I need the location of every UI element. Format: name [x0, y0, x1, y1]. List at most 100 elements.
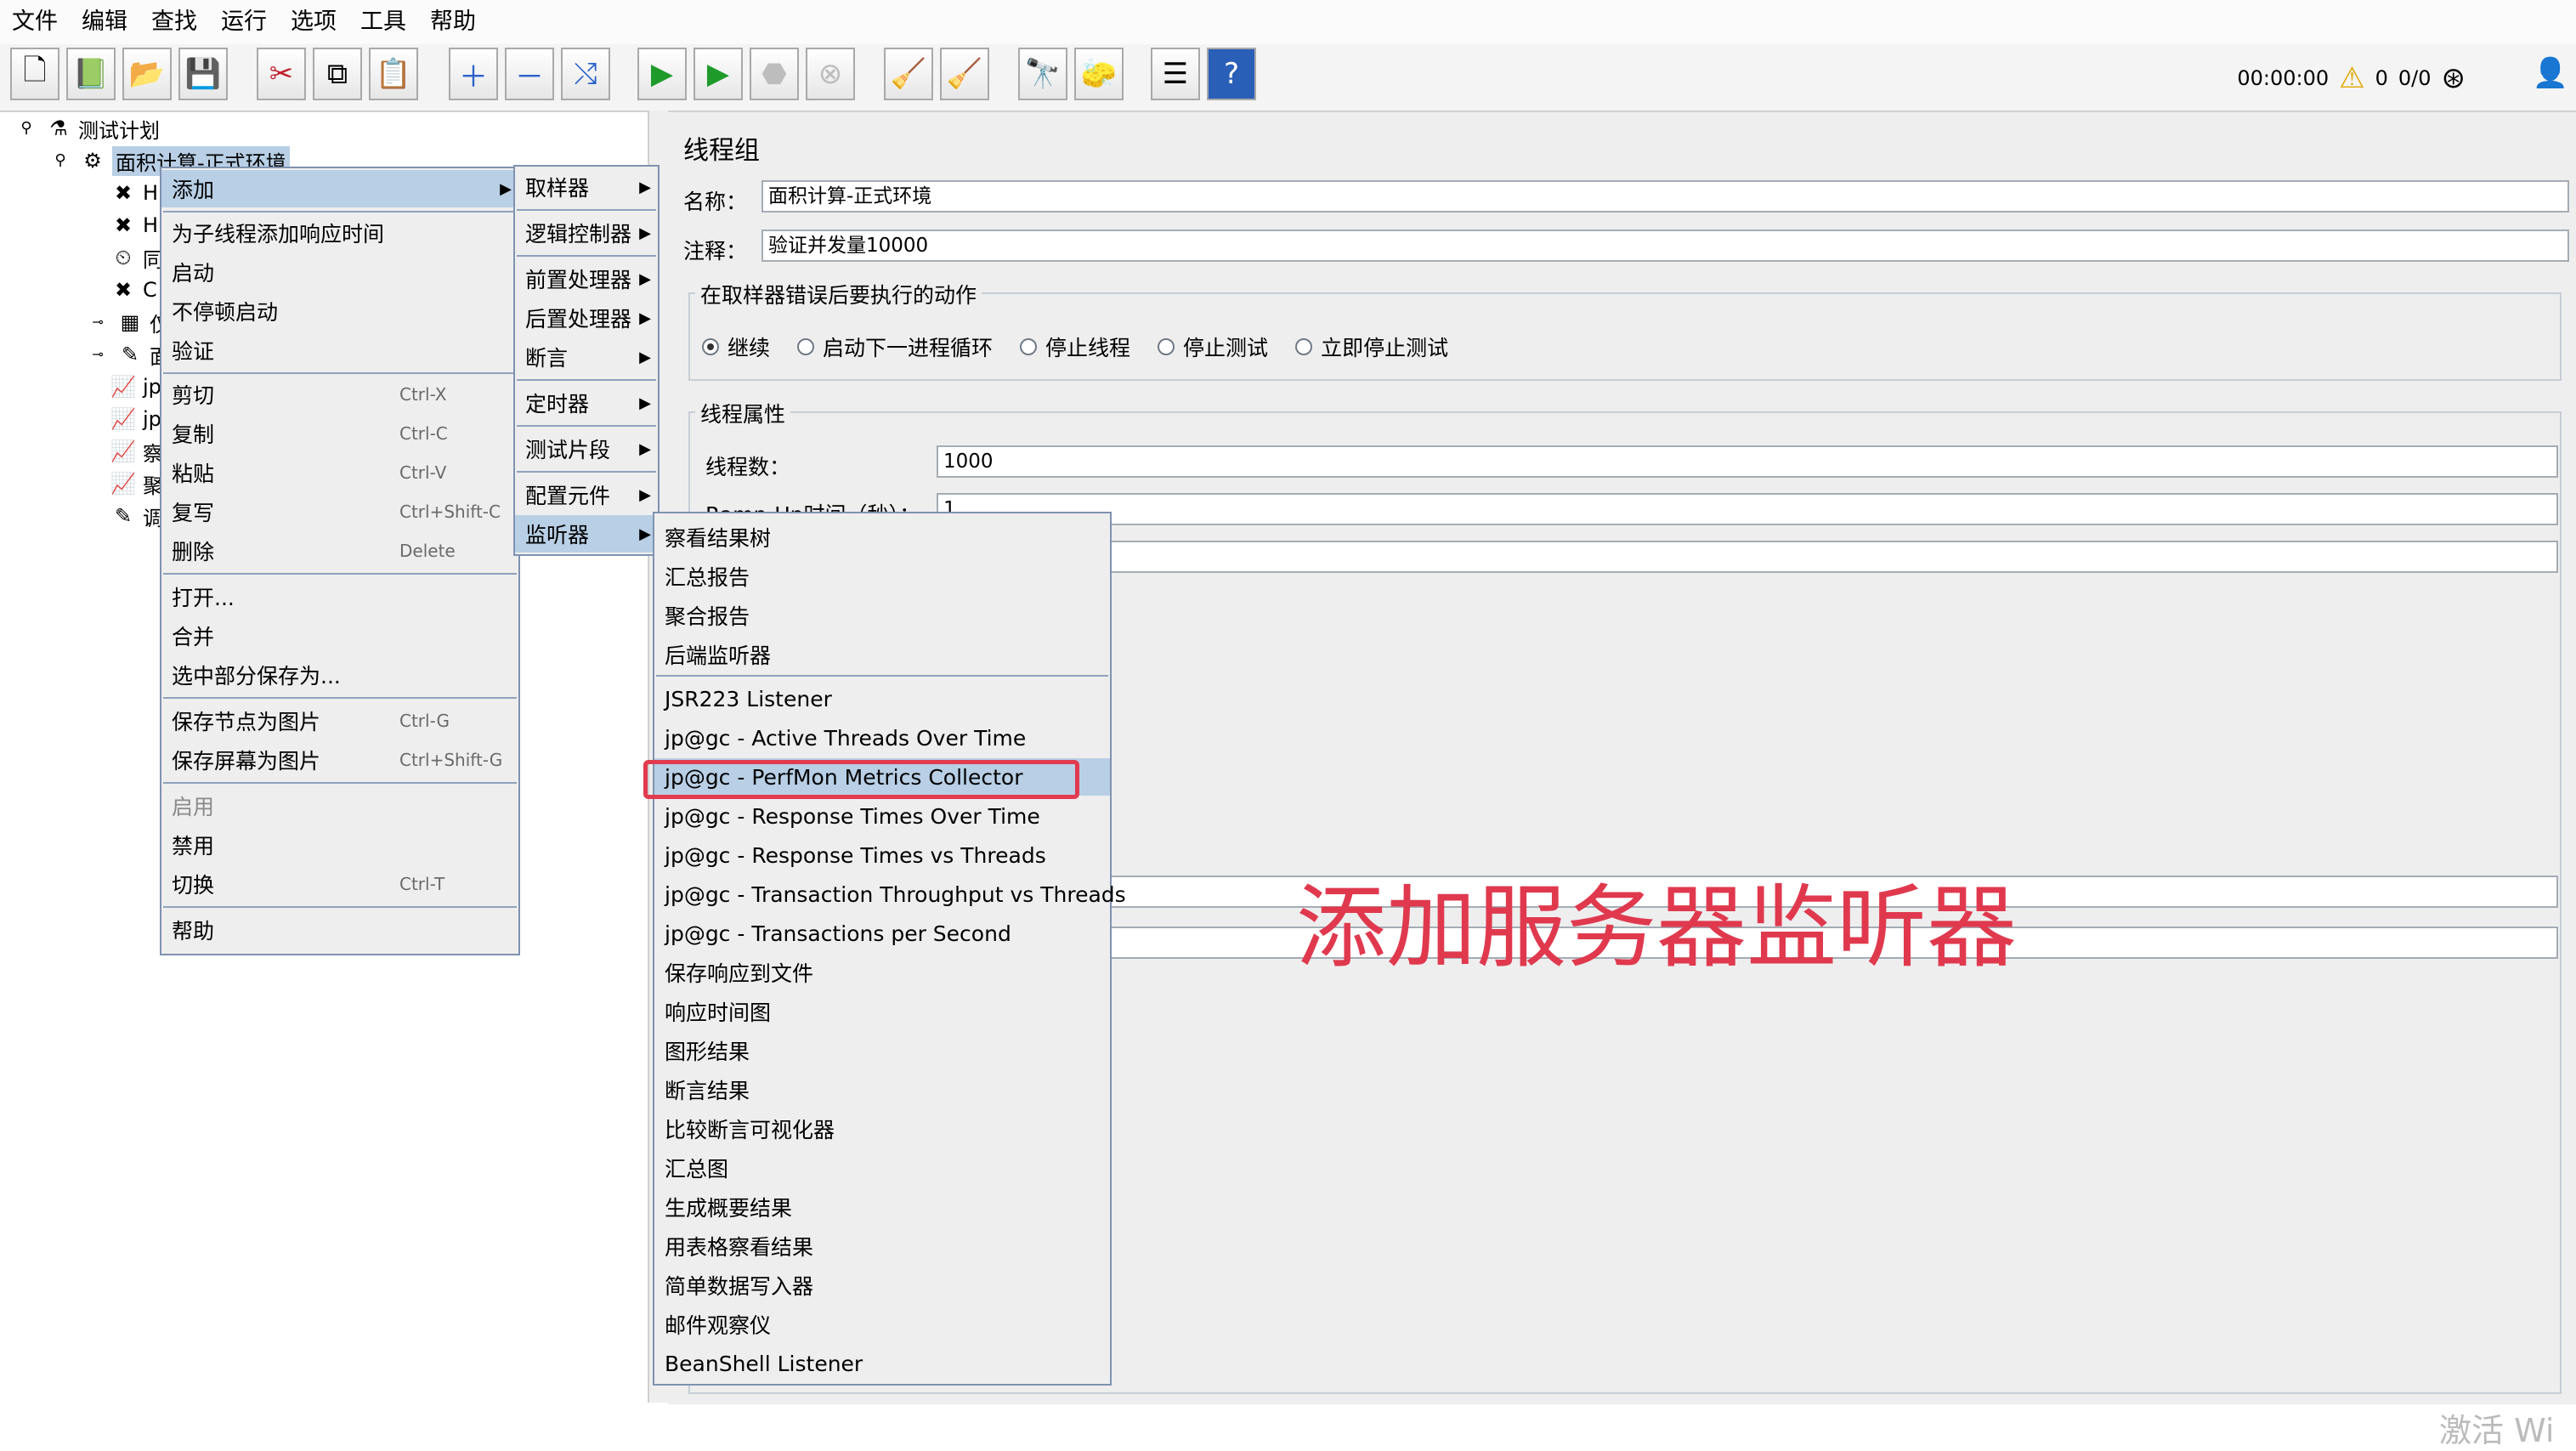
clear-all-icon[interactable]: 🧹 — [940, 48, 989, 100]
menu-item-listener-option[interactable]: 比较断言可视化器 — [654, 1110, 1110, 1148]
comment-field[interactable]: 验证并发量10000 — [761, 230, 2569, 262]
menu-find[interactable]: 查找 — [139, 0, 209, 44]
tree-node-child[interactable]: ✖ H — [110, 179, 158, 207]
menu-item-listener-option[interactable]: jp@gc - Active Threads Over Time — [654, 719, 1110, 757]
cut-icon[interactable]: ✂ — [257, 48, 306, 100]
loop-count-field[interactable] — [937, 541, 2558, 573]
shutdown-icon[interactable]: ⊗ — [806, 48, 855, 100]
menu-item-listener-option[interactable]: 后端监听器 — [654, 636, 1110, 673]
menu-item-help[interactable]: 帮助 — [161, 911, 518, 949]
tree-node-test-plan[interactable]: ⚲ ⚗ 测试计划 — [14, 114, 160, 143]
menu-item-listener-option[interactable]: 邮件观察仪 — [654, 1306, 1110, 1343]
menu-item-listener-option[interactable]: 汇总图 — [654, 1149, 1110, 1187]
tree-node-child[interactable]: ⊸▦仅 — [85, 308, 170, 337]
radio-stop-test-now[interactable]: 立即停止测试 — [1295, 332, 1448, 362]
menu-item-listener-option[interactable]: 生成概要结果 — [654, 1188, 1110, 1226]
name-field[interactable]: 面积计算-正式环境 — [761, 180, 2569, 213]
collapse-icon[interactable]: － — [505, 48, 554, 100]
menu-item-listener-option[interactable]: jp@gc - Response Times vs Threads — [654, 836, 1110, 874]
menu-tools[interactable]: 工具 — [348, 0, 418, 44]
menu-item-post-processor[interactable]: 后置处理器 ▶ — [515, 299, 658, 337]
menu-item-cut[interactable]: 剪切 Ctrl-X — [161, 376, 518, 413]
tree-expand-icon[interactable]: ⊸ — [85, 342, 110, 367]
menu-item-listener-option[interactable]: 图形结果 — [654, 1032, 1110, 1069]
paste-icon[interactable]: 📋 — [369, 48, 418, 100]
start-icon[interactable]: ▶ — [637, 48, 687, 100]
warning-icon[interactable]: ⚠ — [2339, 61, 2364, 95]
menu-item-listener-option[interactable]: 汇总报告 — [654, 558, 1110, 595]
menu-item-listener-option[interactable]: BeanShell Listener — [654, 1345, 1110, 1382]
menu-item-listener-option[interactable]: 简单数据写入器 — [654, 1267, 1110, 1304]
menu-item-sampler[interactable]: 取样器 ▶ — [515, 168, 658, 206]
menu-item-pre-processor[interactable]: 前置处理器 ▶ — [515, 260, 658, 298]
save-icon[interactable]: 💾 — [178, 48, 228, 100]
copy-icon[interactable]: ⧉ — [313, 48, 362, 100]
menu-item-disable[interactable]: 禁用 — [161, 826, 518, 864]
search-icon[interactable]: 🔭 — [1018, 48, 1067, 100]
menu-run[interactable]: 运行 — [209, 0, 279, 44]
menu-item-toggle[interactable]: 切换 Ctrl-T — [161, 865, 518, 903]
tree-node-child[interactable]: 📈 jp — [110, 372, 161, 401]
menu-item-merge[interactable]: 合并 — [161, 617, 518, 655]
menu-item-assertion[interactable]: 断言 ▶ — [515, 338, 658, 376]
menu-item-listener-option[interactable]: 用表格察看结果 — [654, 1227, 1110, 1265]
tree-node-child[interactable]: 📈 jp — [110, 405, 161, 434]
menu-item-listener-option[interactable]: 察看结果树 — [654, 519, 1110, 556]
tree-expand-icon[interactable]: ⊸ — [85, 309, 110, 335]
menu-item-duplicate[interactable]: 复写 Ctrl+Shift-C — [161, 493, 518, 530]
radio-stop-test[interactable]: 停止测试 — [1158, 332, 1268, 362]
menu-item-add[interactable]: 添加 ▶ — [161, 170, 518, 207]
menu-file[interactable]: 文件 — [0, 0, 70, 44]
menu-edit[interactable]: 编辑 — [70, 0, 139, 44]
menu-item-listener-option[interactable]: JSR223 Listener — [654, 680, 1110, 717]
menu-item-test-fragment[interactable]: 测试片段 ▶ — [515, 430, 658, 468]
clear-icon[interactable]: 🧹 — [884, 48, 933, 100]
reset-search-icon[interactable]: 🧽 — [1074, 48, 1124, 100]
help-icon[interactable]: ? — [1207, 48, 1256, 100]
tree-node-child[interactable]: 📈 聚 — [110, 469, 163, 498]
menu-item-open[interactable]: 打开... — [161, 578, 518, 615]
tree-expand-icon[interactable]: ⚲ — [48, 148, 73, 173]
tree-node-child[interactable]: ✎ 调 — [110, 502, 163, 530]
menu-item-listener-option[interactable]: jp@gc - Response Times Over Time — [654, 797, 1110, 835]
stop-icon[interactable]: ⬣ — [750, 48, 799, 100]
tree-node-child[interactable]: ⊸✎面 — [85, 340, 170, 369]
menu-item-listener-option[interactable]: 聚合报告 — [654, 597, 1110, 634]
radio-continue[interactable]: 继续 — [702, 332, 770, 362]
tree-expand-icon[interactable]: ⚲ — [14, 116, 39, 141]
menu-item-timer[interactable]: 定时器 ▶ — [515, 384, 658, 422]
threads-field[interactable]: 1000 — [937, 445, 2558, 478]
menu-item-listener-option[interactable]: 响应时间图 — [654, 993, 1110, 1030]
radio-next-loop[interactable]: 启动下一进程循环 — [797, 332, 993, 362]
menu-item-listener-option[interactable]: 断言结果 — [654, 1071, 1110, 1108]
menu-item-copy[interactable]: 复制 Ctrl-C — [161, 415, 518, 452]
menu-item-add-think-time[interactable]: 为子线程添加响应时间 — [161, 214, 518, 252]
user-icon[interactable]: 👤 — [2530, 56, 2571, 97]
function-helper-icon[interactable]: ☰ — [1151, 48, 1200, 100]
rampup-field[interactable]: 1 — [937, 493, 2558, 525]
menu-item-start-no-pause[interactable]: 不停顿启动 — [161, 292, 518, 330]
menu-item-paste[interactable]: 粘贴 Ctrl-V — [161, 454, 518, 491]
menu-item-save-screen-image[interactable]: 保存屏幕为图片 Ctrl+Shift-G — [161, 741, 518, 779]
toggle-icon[interactable]: ⤭ — [561, 48, 610, 100]
menu-item-listener[interactable]: 监听器 ▶ — [515, 515, 658, 553]
menu-item-listener-option[interactable]: jp@gc - Transactions per Second — [654, 915, 1110, 952]
tree-node-child[interactable]: ✖ C — [110, 275, 157, 304]
open-icon[interactable]: 📂 — [122, 48, 172, 100]
tree-node-child[interactable]: ✖ H — [110, 211, 158, 240]
menu-item-listener-option[interactable]: 保存响应到文件 — [654, 954, 1110, 991]
menu-item-save-node-image[interactable]: 保存节点为图片 Ctrl-G — [161, 702, 518, 740]
menu-item-delete[interactable]: 删除 Delete — [161, 532, 518, 570]
templates-icon[interactable]: 📗 — [66, 48, 116, 100]
menu-item-validate[interactable]: 验证 — [161, 332, 518, 369]
radio-stop-thread[interactable]: 停止线程 — [1020, 332, 1130, 362]
tree-node-child[interactable]: 📈 察 — [110, 437, 163, 466]
expand-icon[interactable]: ＋ — [449, 48, 498, 100]
tree-node-child[interactable]: ⏲ 同 — [110, 243, 163, 272]
menu-item-save-selection[interactable]: 选中部分保存为... — [161, 656, 518, 694]
menu-item-listener-option[interactable]: jp@gc - Transaction Throughput vs Thread… — [654, 876, 1126, 913]
menu-help[interactable]: 帮助 — [418, 0, 488, 44]
menu-options[interactable]: 选项 — [279, 0, 348, 44]
new-icon[interactable]: 🗋 — [10, 48, 59, 100]
menu-item-start[interactable]: 启动 — [161, 253, 518, 291]
